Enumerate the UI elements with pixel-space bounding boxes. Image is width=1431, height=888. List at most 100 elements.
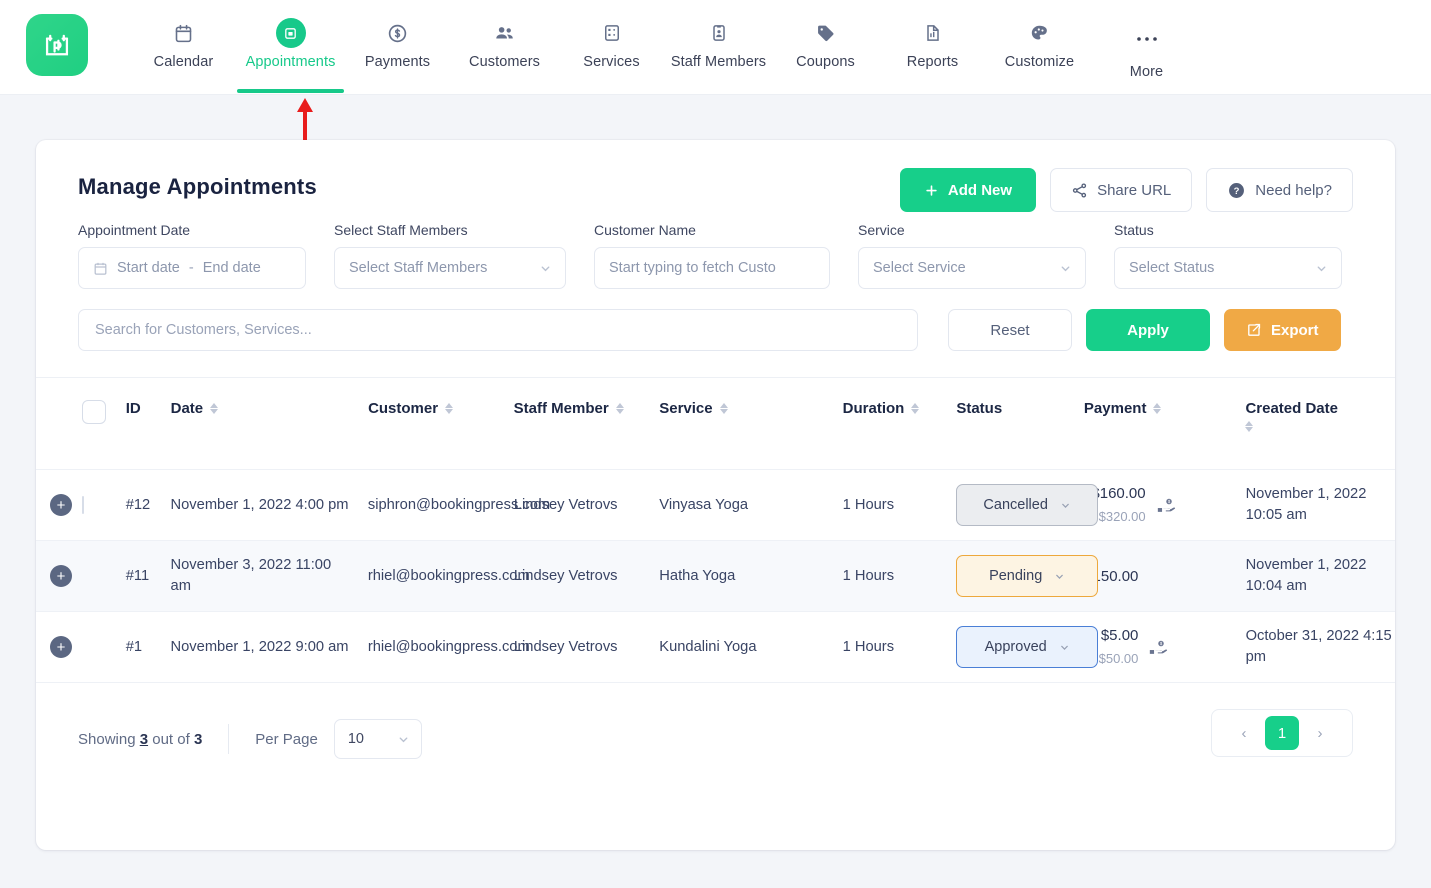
col-header-payment[interactable]: Payment [1084, 400, 1246, 417]
cell-customer: rhiel@bookingpress.com [367, 567, 530, 584]
sort-icon[interactable] [1245, 421, 1254, 432]
cell-staff-member: Lindsey Vetrovs [513, 638, 618, 655]
col-label: Duration [842, 400, 905, 417]
apply-label: Apply [1127, 321, 1169, 339]
active-tab-underline [237, 89, 344, 93]
bookingpress-logo[interactable] [26, 14, 88, 76]
start-date-placeholder: Start date [117, 260, 180, 276]
next-page-button[interactable]: › [1309, 725, 1331, 742]
cell-customer: siphron@bookingpress.com [367, 496, 551, 513]
reset-label: Reset [990, 321, 1030, 339]
calendar-icon [130, 18, 237, 48]
nav-item-coupons[interactable]: Coupons [772, 10, 879, 70]
nav-item-reports[interactable]: Reports [879, 10, 986, 70]
page-number-1[interactable]: 1 [1265, 716, 1299, 750]
nav-item-customers[interactable]: Customers [451, 10, 558, 70]
expand-cell: + [36, 494, 82, 516]
expand-row-icon[interactable]: + [50, 565, 72, 587]
share-url-button[interactable]: Share URL [1050, 168, 1193, 212]
table-row[interactable]: + #12 November 1, 2022 4:00 pm siphron@b… [36, 470, 1395, 541]
chevron-down-icon [1054, 571, 1065, 582]
filter-label: Appointment Date [78, 222, 191, 238]
chevron-down-icon [1059, 262, 1072, 275]
need-help-button[interactable]: ? Need help? [1206, 168, 1353, 212]
per-page-select[interactable]: 10 [333, 719, 422, 759]
expand-cell: + [36, 636, 82, 658]
more-ellipsis-icon [1093, 24, 1200, 54]
calendar-icon [94, 262, 107, 275]
nav-item-payments[interactable]: Payments [344, 10, 451, 70]
search-row: Search for Customers, Services... Reset … [36, 289, 1395, 351]
coupons-icon [772, 18, 879, 48]
status-select[interactable]: Select Status [1114, 247, 1342, 289]
sort-icon[interactable] [615, 403, 624, 414]
col-header-staff-member[interactable]: Staff Member [514, 400, 660, 417]
row-checkbox[interactable] [81, 495, 84, 514]
col-header-created-date[interactable]: Created Date [1245, 400, 1395, 432]
col-header-customer[interactable]: Customer [368, 400, 514, 417]
status-badge[interactable]: Approved [956, 626, 1099, 668]
expand-row-icon[interactable]: + [50, 636, 72, 658]
cell-duration: 1 Hours [842, 496, 895, 513]
export-button[interactable]: Export [1224, 309, 1341, 351]
cell-status: Cancelled [956, 484, 1099, 526]
status-badge[interactable]: Cancelled [956, 484, 1099, 526]
status-label: Pending [989, 567, 1043, 584]
chevron-down-icon [539, 262, 552, 275]
date-range-input[interactable]: Start date - End date [78, 247, 306, 289]
status-badge[interactable]: Pending [956, 555, 1099, 597]
nav-item-services[interactable]: Services [558, 10, 665, 70]
col-header-service[interactable]: Service [659, 400, 842, 417]
nav-item-calendar[interactable]: Calendar [130, 10, 237, 70]
col-label: Customer [368, 400, 439, 417]
showing-count: 3 [139, 730, 149, 748]
nav-item-appointments[interactable]: Appointments [237, 10, 344, 93]
sort-icon[interactable] [719, 403, 728, 414]
payment-hand-coin-icon[interactable]: $ [1156, 494, 1178, 516]
service-select[interactable]: Select Service [858, 247, 1086, 289]
search-input[interactable]: Search for Customers, Services... [78, 309, 918, 351]
table-footer: Showing 3 out of 3 Per Page 10 ‹ 1 › [36, 683, 1395, 759]
sort-icon[interactable] [210, 403, 219, 414]
filter-label: Service [858, 222, 905, 238]
sort-icon[interactable] [1153, 403, 1162, 414]
sort-icon[interactable] [445, 403, 454, 414]
status-label: Cancelled [983, 496, 1048, 513]
chevron-down-icon [1315, 262, 1328, 275]
nav-label: Appointments [245, 54, 336, 70]
search-actions: Reset Apply Export [948, 309, 1341, 351]
payment-hand-coin-icon[interactable]: $ [1148, 636, 1170, 658]
cell-service: Vinyasa Yoga [659, 496, 749, 513]
col-header-duration[interactable]: Duration [843, 400, 957, 417]
prev-page-button[interactable]: ‹ [1233, 725, 1255, 742]
cell-date: November 1, 2022 4:00 pm [170, 496, 349, 513]
sort-icon[interactable] [911, 403, 920, 414]
cell-created-date: November 1, 2022 10:05 am [1245, 486, 1367, 523]
table-row[interactable]: + #11 November 3, 2022 11:00 am rhiel@bo… [36, 541, 1395, 612]
need-help-label: Need help? [1255, 181, 1332, 199]
nav-item-staff-members[interactable]: Staff Members [665, 10, 772, 70]
cell-staff-member: Lindsey Vetrovs [513, 496, 618, 513]
card-header: Manage Appointments Add New Share URL ? … [36, 140, 1395, 212]
row-select-cell [81, 495, 126, 516]
reset-button[interactable]: Reset [948, 309, 1072, 351]
select-all-checkbox[interactable] [81, 400, 106, 424]
nav-item-more[interactable]: More [1093, 10, 1200, 80]
top-navigation: Calendar Appointments Payments Customers… [0, 0, 1431, 95]
staff-members-select[interactable]: Select Staff Members [334, 247, 566, 289]
cell-id: #11 [125, 567, 150, 584]
customer-name-input[interactable]: Start typing to fetch Custo [594, 247, 830, 289]
header-actions: Add New Share URL ? Need help? [899, 168, 1353, 212]
col-label: Staff Member [513, 400, 609, 417]
cell-id: #12 [125, 496, 151, 513]
nav-item-customize[interactable]: Customize [986, 10, 1093, 70]
manage-appointments-card: Manage Appointments Add New Share URL ? … [36, 140, 1395, 850]
services-icon [558, 18, 665, 48]
table-row[interactable]: + #1 November 1, 2022 9:00 am rhiel@book… [36, 612, 1395, 683]
expand-row-icon[interactable]: + [50, 494, 72, 516]
add-new-button[interactable]: Add New [899, 168, 1037, 212]
apply-button[interactable]: Apply [1086, 309, 1210, 351]
cell-id: #1 [125, 638, 143, 655]
filter-status: Status Select Status [1114, 222, 1342, 289]
col-header-date[interactable]: Date [171, 400, 368, 417]
